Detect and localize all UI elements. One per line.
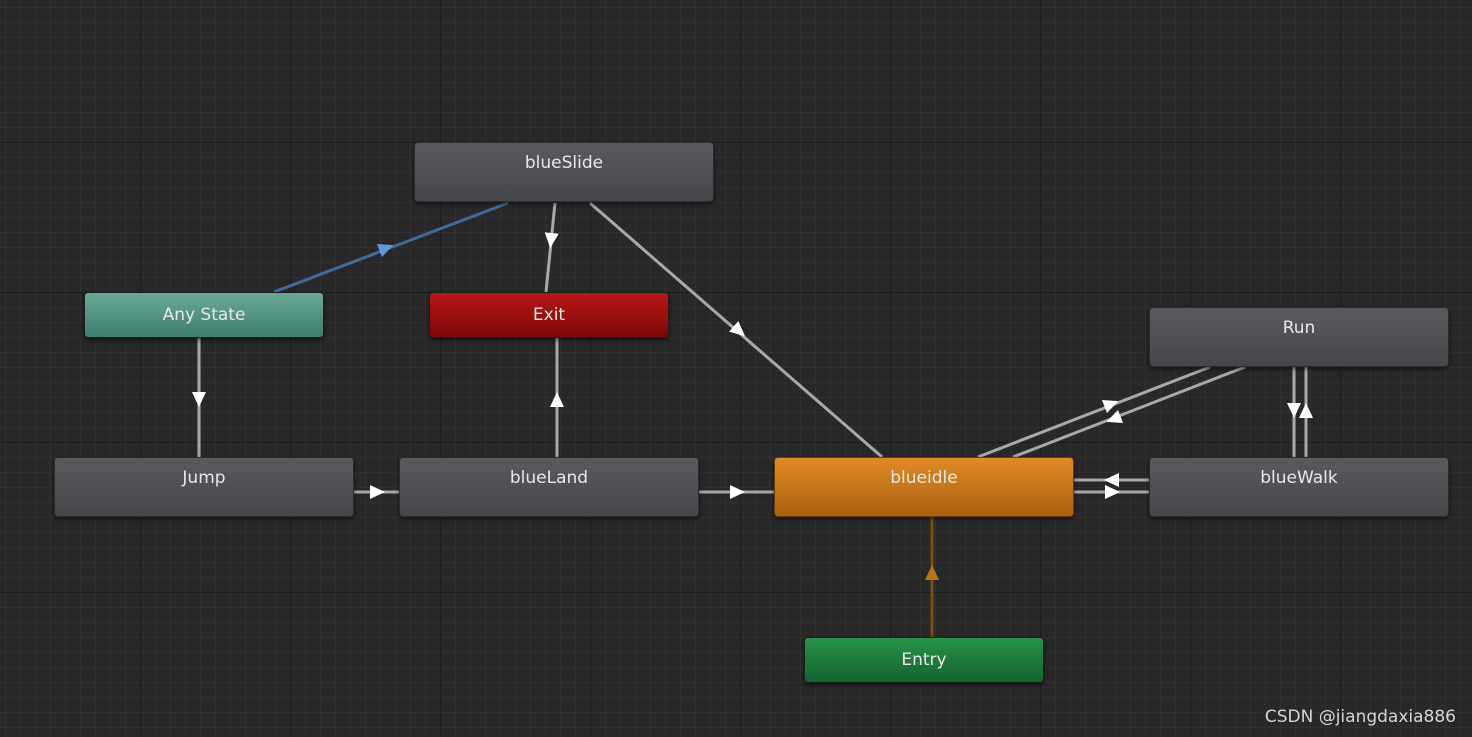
- wire-bluewalk-blueidle[interactable]: [1074, 473, 1149, 487]
- transition-arrow-icon: [1287, 403, 1301, 418]
- state-run[interactable]: Run: [1149, 307, 1449, 367]
- wire-blueidle-bluewalk[interactable]: [1074, 485, 1149, 499]
- state-blueidle-default[interactable]: blueidle: [774, 457, 1074, 517]
- transition-arrow-icon: [730, 485, 745, 499]
- state-blueLand[interactable]: blueLand: [399, 457, 699, 517]
- state-entry[interactable]: Entry: [804, 637, 1044, 683]
- wire-anystate-jump[interactable]: [192, 338, 206, 457]
- state-jump[interactable]: Jump: [54, 457, 354, 517]
- transition-line[interactable]: [544, 202, 557, 293]
- state-label: blueidle: [890, 468, 958, 488]
- wire-entry-blueidle[interactable]: [925, 517, 939, 637]
- wire-blueland-exit[interactable]: [550, 338, 564, 457]
- state-label: blueWalk: [1260, 468, 1338, 488]
- wire-run-blueidle[interactable]: [1012, 365, 1246, 459]
- state-label: Exit: [532, 305, 566, 325]
- wire-blueslide-exit[interactable]: [543, 202, 559, 293]
- state-label: Jump: [182, 468, 226, 488]
- wire-bluewalk-run[interactable]: [1299, 367, 1313, 457]
- wire-blueland-blueidle[interactable]: [699, 485, 774, 499]
- transition-wires: [192, 201, 1313, 637]
- state-blueWalk[interactable]: blueWalk: [1149, 457, 1449, 517]
- state-label: blueLand: [509, 468, 589, 488]
- state-any-state[interactable]: Any State: [84, 292, 324, 338]
- transition-line[interactable]: [977, 365, 1211, 459]
- state-label: Entry: [901, 650, 947, 670]
- animator-graph-canvas[interactable]: blueSlide Any State Exit Run Jump blueLa…: [0, 0, 1472, 737]
- watermark: CSDN @jiangdaxia886: [1264, 707, 1456, 727]
- wire-jump-blueland[interactable]: [354, 485, 399, 499]
- transition-arrow-icon: [1299, 403, 1313, 418]
- wire-anystate-blueslide[interactable]: [273, 201, 509, 294]
- transition-arrow-icon: [192, 392, 206, 407]
- transition-arrow-icon: [544, 232, 559, 248]
- state-exit[interactable]: Exit: [429, 292, 669, 338]
- transition-line[interactable]: [1012, 365, 1246, 459]
- transition-arrow-icon: [925, 565, 939, 580]
- state-blueSlide[interactable]: blueSlide: [414, 142, 714, 202]
- wire-run-bluewalk[interactable]: [1287, 367, 1301, 457]
- state-label: Any State: [162, 305, 246, 325]
- transition-arrow-icon: [1104, 473, 1119, 487]
- transition-arrow-icon: [370, 485, 385, 499]
- transition-arrow-icon: [1105, 485, 1120, 499]
- transition-arrow-icon: [550, 392, 564, 407]
- state-label: Run: [1282, 318, 1316, 338]
- state-label: blueSlide: [524, 153, 604, 173]
- wire-blueidle-run[interactable]: [977, 365, 1211, 459]
